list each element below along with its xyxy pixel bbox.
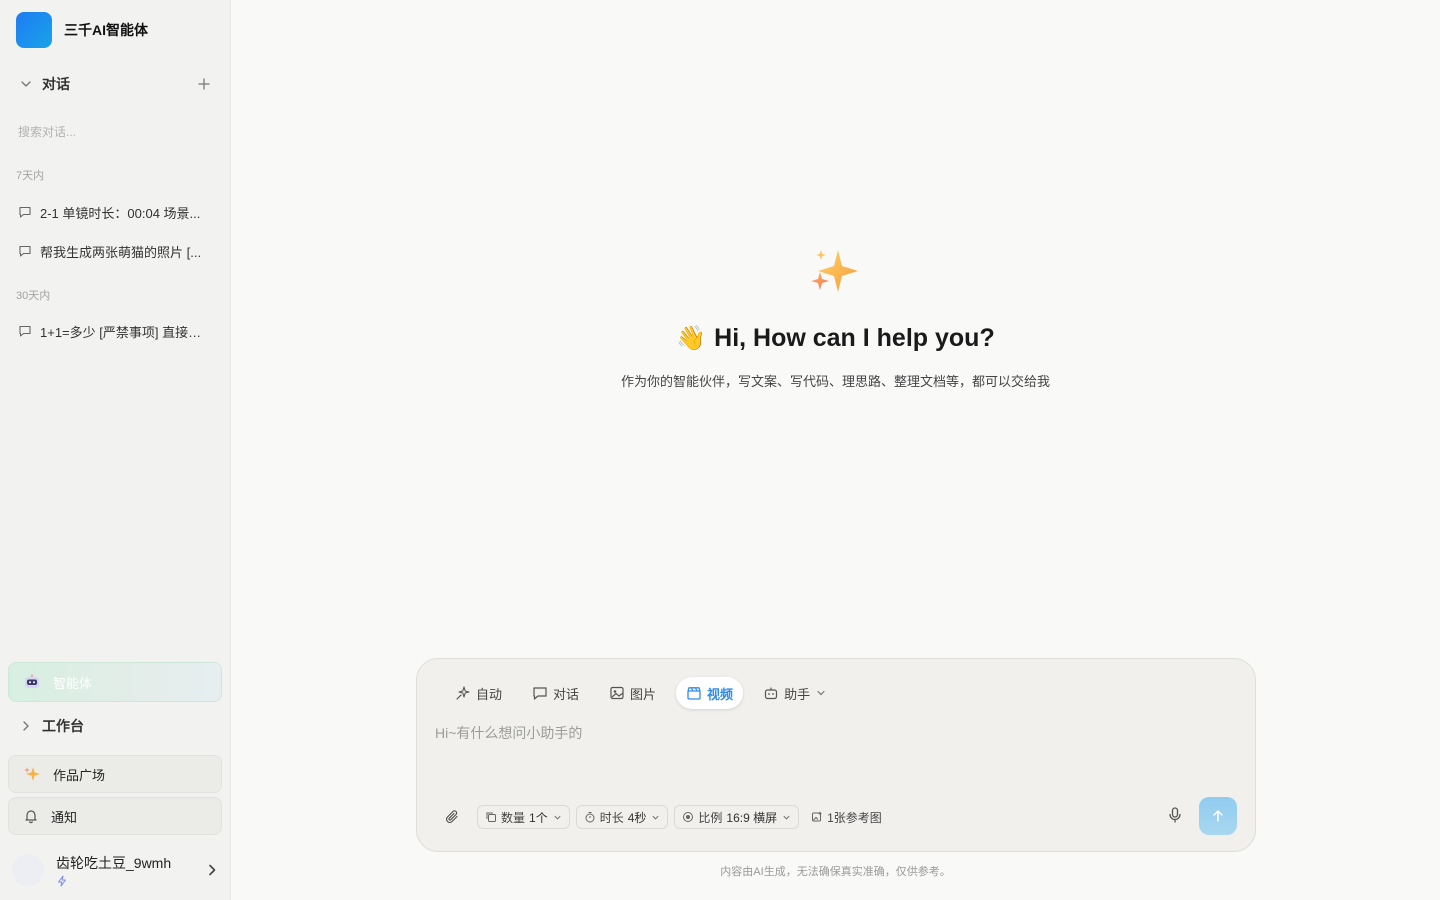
chevron-down-icon [652, 815, 659, 820]
tab-video-label: 视频 [707, 686, 734, 702]
chevron-down-icon[interactable] [16, 74, 36, 94]
greeting-text: Hi, How can I help you? [714, 324, 995, 352]
chat-bubble-icon [19, 245, 31, 257]
chevron-down-icon [554, 815, 561, 820]
reference-image-button[interactable]: 1张参考图 [811, 809, 882, 826]
notifications-label: 通知 [51, 809, 78, 825]
workbench-label: 工作台 [42, 718, 84, 734]
search-conversations-input[interactable] [10, 118, 220, 146]
duration-value: 4秒 [627, 810, 647, 825]
conversation-title: 帮我生成两张萌猫的照片 [... [40, 244, 202, 260]
chevron-down-icon [783, 815, 790, 820]
copy-icon [486, 812, 496, 822]
gallery-button[interactable]: 作品广场 [8, 755, 222, 793]
chevron-right-icon [209, 864, 216, 876]
conversation-item[interactable]: 1+1=多少 [严禁事项] 直接生... [10, 315, 220, 347]
count-label: 数量 [501, 810, 526, 825]
user-name: 齿轮吃土豆_9wmh [56, 855, 172, 871]
send-button[interactable] [1199, 797, 1237, 835]
chat-bubble-icon [19, 206, 31, 218]
timer-icon [585, 812, 595, 823]
chevron-down-icon [817, 690, 825, 696]
ratio-icon [683, 812, 694, 822]
tab-auto-label: 自动 [476, 686, 503, 702]
waving-hand-icon: 👋 [676, 325, 707, 352]
conversations-header: 对话 [16, 72, 214, 96]
sparkles-icon [811, 250, 858, 292]
tab-image-label: 图片 [630, 686, 657, 702]
brand[interactable]: 三千AI智能体 [16, 12, 148, 48]
app-logo [16, 12, 52, 48]
duration-label: 时长 [599, 810, 624, 825]
reference-image-label: 1张参考图 [827, 810, 882, 825]
plus-icon [198, 78, 210, 90]
bell-icon [25, 810, 37, 824]
attach-button[interactable] [441, 806, 463, 828]
robot-icon [25, 674, 39, 688]
workbench-header[interactable]: 工作台 [16, 714, 84, 738]
ratio-select[interactable]: 比例 16:9 横屏 [674, 805, 800, 829]
image-add-icon [812, 811, 822, 822]
count-select[interactable]: 数量 1个 [477, 805, 570, 829]
chevron-right-icon [23, 721, 29, 731]
lightning-icon [58, 875, 66, 887]
image-icon [610, 686, 624, 700]
user-profile[interactable]: 齿轮吃土豆_9wmh [12, 850, 220, 890]
ratio-label: 比例 [698, 810, 723, 825]
auto-sparkle-icon [456, 686, 470, 700]
tab-chat[interactable]: 对话 [522, 677, 589, 709]
composer-toolbar: 数量 1个 时长 4秒 比例 16:9 横屏 1张参考图 [441, 803, 1241, 831]
tab-chat-label: 对话 [553, 686, 580, 702]
paperclip-icon [445, 810, 458, 824]
group-label-30days: 30天内 [16, 290, 51, 302]
conversation-title: 2-1 单镜时长：00:04 场景... [40, 205, 201, 221]
agent-button[interactable]: 智能体 [8, 662, 222, 702]
robot-icon [764, 687, 778, 700]
prompt-input[interactable] [435, 723, 1235, 783]
gallery-label: 作品广场 [53, 767, 106, 783]
mode-tabs: 自动 对话 图片 视频 助手 [445, 677, 846, 709]
conversations-title: 对话 [42, 76, 70, 92]
conversation-item[interactable]: 2-1 单镜时长：00:04 场景... [10, 196, 220, 228]
video-icon [687, 687, 701, 700]
disclaimer: 内容由AI生成，无法确保真实准确，仅供参考。 [720, 866, 951, 878]
avatar [12, 854, 44, 886]
microphone-icon[interactable] [1165, 805, 1185, 825]
sidebar: 三千AI智能体 对话 7天内 2-1 单镜时长：00:04 场景... 帮我生成… [0, 0, 231, 900]
tab-image[interactable]: 图片 [599, 677, 666, 709]
tab-assistant-label: 助手 [784, 686, 811, 702]
tab-video[interactable]: 视频 [676, 677, 744, 709]
chat-bubble-icon [19, 325, 31, 337]
greeting: 👋 Hi, How can I help you? [231, 324, 1440, 353]
composer: 自动 对话 图片 视频 助手 Hi~有什么想问小助手的 数量 1个 时长 4秒 … [416, 658, 1256, 852]
notifications-button[interactable]: 通知 [8, 797, 222, 835]
sparkle-icon [24, 767, 40, 781]
arrow-up-icon [1213, 810, 1223, 822]
app-name: 三千AI智能体 [64, 22, 148, 38]
greeting-subtitle: 作为你的智能伙伴，写文案、写代码、理思路、整理文档等，都可以交给我 [620, 374, 1050, 389]
agent-label: 智能体 [53, 675, 93, 691]
tab-auto[interactable]: 自动 [445, 677, 512, 709]
count-value: 1个 [529, 810, 548, 825]
group-label-7days: 7天内 [16, 170, 45, 182]
new-conversation-button[interactable] [194, 74, 214, 94]
chat-icon [533, 687, 547, 700]
ratio-value: 16:9 横屏 [726, 810, 778, 825]
duration-select[interactable]: 时长 4秒 [575, 805, 669, 829]
conversation-title: 1+1=多少 [严禁事项] 直接生... [40, 324, 204, 340]
tab-assistant[interactable]: 助手 [753, 677, 836, 709]
conversation-item[interactable]: 帮我生成两张萌猫的照片 [... [10, 235, 220, 267]
